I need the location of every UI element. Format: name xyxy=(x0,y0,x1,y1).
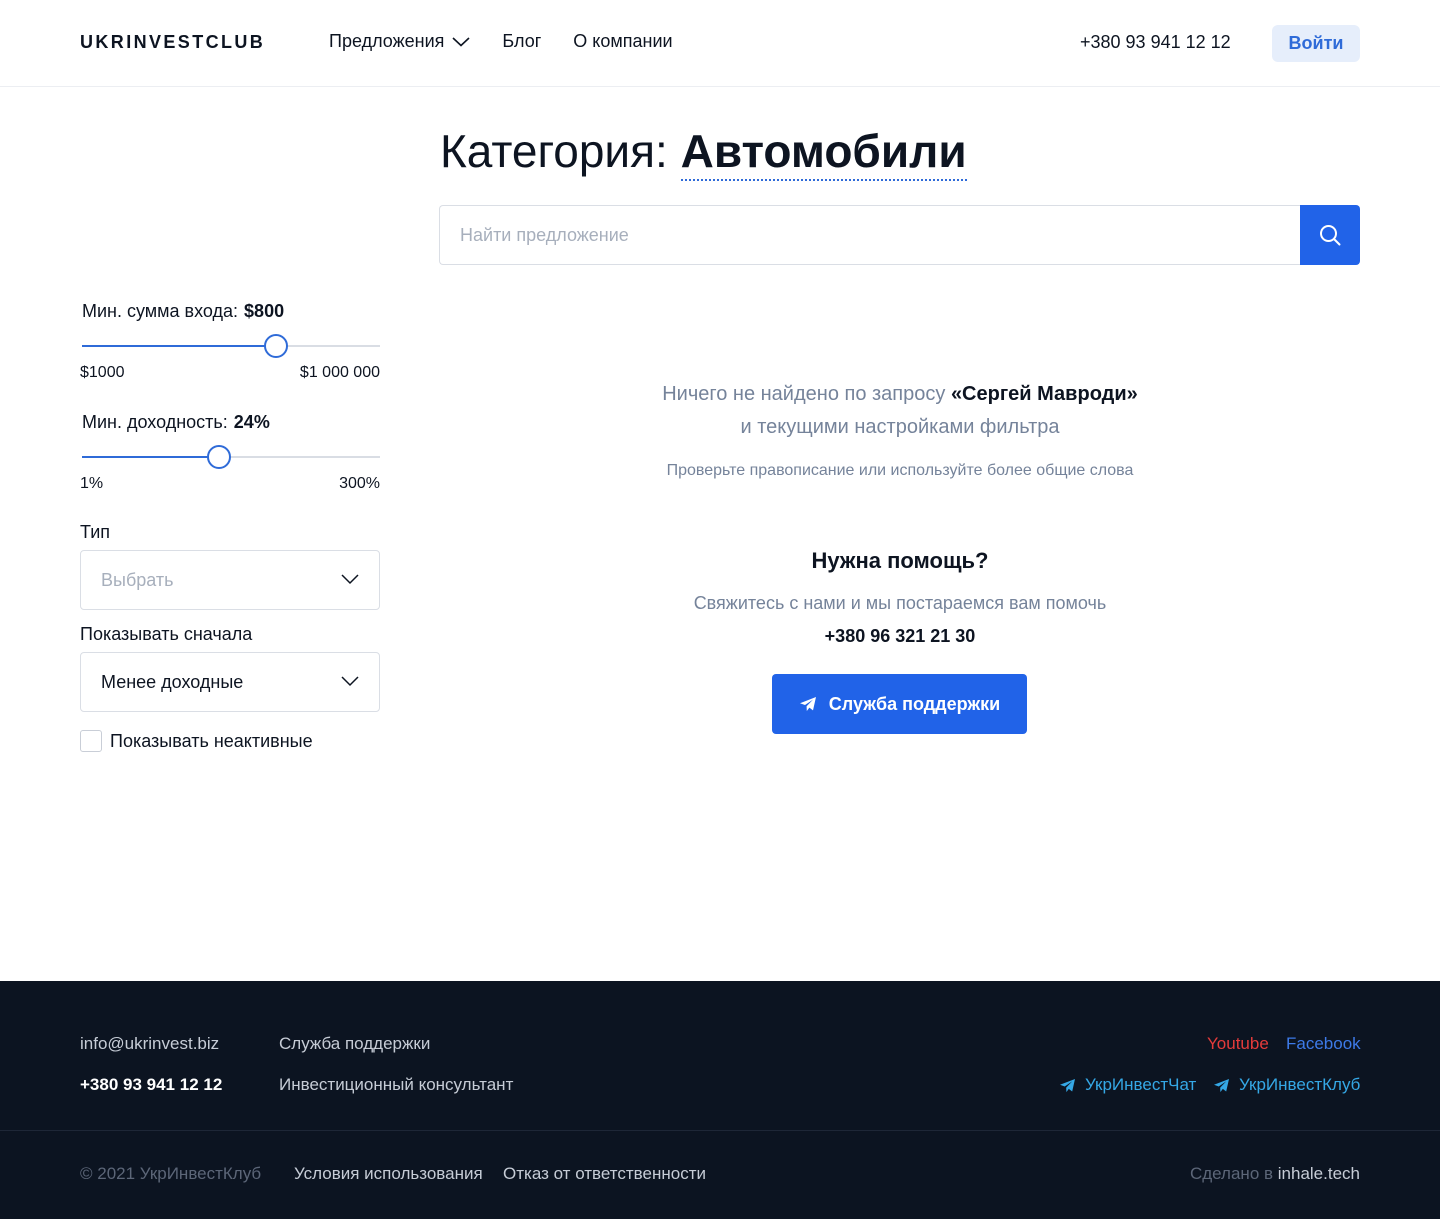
slider-thumb[interactable] xyxy=(207,445,232,469)
telegram-icon xyxy=(799,697,816,711)
slider-fill xyxy=(82,345,276,347)
min-entry-label-text: Мин. сумма входа: xyxy=(82,301,239,321)
min-entry-slider[interactable] xyxy=(82,334,380,358)
min-entry-label: Мин. сумма входа: $800 xyxy=(82,301,284,322)
page-title: Категория: Автомобили xyxy=(440,124,967,181)
sort-select-value: Менее доходные xyxy=(101,671,244,692)
search-button[interactable] xyxy=(1300,205,1360,265)
not-found-hint: Проверьте правописание или используйте б… xyxy=(666,462,1134,479)
type-label: Тип xyxy=(80,522,111,542)
nav-item-blog[interactable]: Блог xyxy=(502,31,541,52)
min-yield-label: Мин. доходность: 24% xyxy=(82,412,270,433)
site-logo[interactable]: UKRINVESTCLUB xyxy=(80,32,265,53)
footer-link-consultant[interactable]: Инвестиционный консультант xyxy=(279,1075,513,1095)
not-found-line2: и текущими настройками фильтра xyxy=(740,416,1060,438)
chevron-down-icon xyxy=(341,574,359,585)
footer-phone[interactable]: +380 93 941 12 12 xyxy=(80,1075,222,1095)
nav-item-about[interactable]: О компании xyxy=(573,31,672,52)
search-icon xyxy=(1320,225,1341,246)
min-yield-slider[interactable] xyxy=(82,445,380,469)
footer-copyright: © 2021 УкрИнвестКлуб xyxy=(80,1164,262,1183)
not-found-message: Ничего не найдено по запросу «Сергей Мав… xyxy=(440,383,1360,406)
nav-item-offers[interactable]: Предложения xyxy=(329,31,470,52)
min-yield-max-label: 300% xyxy=(339,475,380,492)
telegram-icon xyxy=(1214,1078,1229,1092)
show-inactive-checkbox[interactable] xyxy=(80,730,102,752)
min-yield-label-text: Мин. доходность: xyxy=(82,412,228,432)
support-button[interactable]: Служба поддержки xyxy=(772,674,1027,734)
not-found-query: «Сергей Мавроди» xyxy=(950,383,1138,405)
min-entry-max-label: $1 000 000 xyxy=(299,364,380,381)
footer-made-by: Сделано в inhale.tech xyxy=(1100,1164,1360,1184)
min-yield-min-label: 1% xyxy=(80,475,104,492)
nav-item-offers-label: Предложения xyxy=(329,31,445,51)
footer-divider xyxy=(0,1130,1440,1131)
footer-tg-chat-link[interactable]: УкрИнвестЧат xyxy=(1059,1075,1196,1095)
login-button[interactable]: Войти xyxy=(1272,25,1360,62)
type-select-placeholder: Выбрать xyxy=(101,569,174,590)
footer-made-by-link[interactable]: inhale.tech xyxy=(1278,1164,1360,1183)
header-phone[interactable]: +380 93 941 12 12 xyxy=(1080,32,1231,53)
show-inactive-row: Показывать неактивные xyxy=(80,730,313,752)
footer-facebook-link[interactable]: Facebook xyxy=(1286,1034,1361,1054)
footer-disclaimer-link[interactable]: Отказ от ответственности xyxy=(503,1164,706,1184)
footer-tg-chat-label: УкрИнвестЧат xyxy=(1085,1075,1197,1094)
main-nav: Предложения Блог О компании xyxy=(329,31,673,52)
not-found-prefix: Ничего не найдено по запросу xyxy=(662,383,951,405)
footer-link-support[interactable]: Служба поддержки xyxy=(279,1034,430,1054)
min-entry-min-label: $1000 xyxy=(80,364,125,381)
min-yield-value: 24% xyxy=(233,412,270,432)
help-text: Свяжитесь с нами и мы постараемся вам по… xyxy=(693,593,1107,613)
footer-tg-club-label: УкрИнвестКлуб xyxy=(1239,1075,1361,1094)
slider-thumb[interactable] xyxy=(263,334,288,358)
footer-email[interactable]: info@ukrinvest.biz xyxy=(80,1034,219,1054)
chevron-down-icon xyxy=(341,676,359,687)
sort-label: Показывать сначала xyxy=(80,624,253,644)
footer-made-by-prefix: Сделано в xyxy=(1189,1164,1274,1183)
footer-tg-club-link[interactable]: УкрИнвестКлуб xyxy=(1213,1075,1360,1095)
slider-fill xyxy=(82,456,220,458)
footer-youtube-link[interactable]: Youtube xyxy=(1207,1034,1269,1054)
page-title-prefix: Категория: xyxy=(440,125,668,177)
type-select[interactable]: Выбрать xyxy=(80,550,380,610)
search-input[interactable] xyxy=(439,205,1301,265)
help-title: Нужна помощь? xyxy=(811,548,989,573)
search-bar xyxy=(439,205,1360,265)
support-button-label: Служба поддержки xyxy=(828,693,1001,714)
footer-terms-link[interactable]: Условия использования xyxy=(294,1164,483,1184)
show-inactive-label: Показывать неактивные xyxy=(110,730,313,751)
telegram-icon xyxy=(1060,1078,1075,1092)
site-footer: info@ukrinvest.biz +380 93 941 12 12 Слу… xyxy=(0,981,1440,1219)
min-entry-value: $800 xyxy=(244,301,285,321)
category-selector[interactable]: Автомобили xyxy=(680,125,967,181)
site-header: UKRINVESTCLUB Предложения Блог О компани… xyxy=(0,0,1440,87)
help-phone[interactable]: +380 96 321 21 30 xyxy=(440,626,1360,647)
sort-select[interactable]: Менее доходные xyxy=(80,652,380,712)
chevron-down-icon xyxy=(452,36,470,47)
